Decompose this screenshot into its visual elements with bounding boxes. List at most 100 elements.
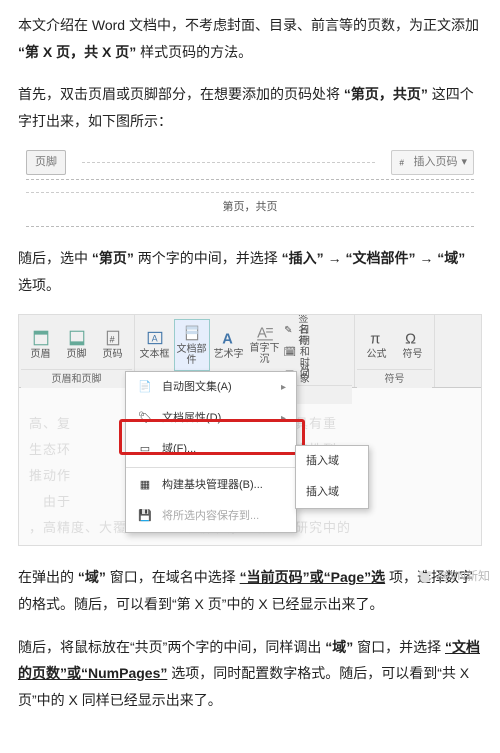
svg-text:A: A	[151, 333, 157, 343]
wordart-button[interactable]: A 艺术字	[212, 319, 246, 369]
menu-label: 将所选内容保存到...	[162, 506, 259, 527]
page-footer-icon	[68, 329, 86, 347]
textbox-icon: A	[146, 329, 164, 347]
bold-text: “第页，共页”	[344, 86, 428, 102]
bold-text: “域”	[78, 569, 106, 585]
menu-label: 构建基块管理器(B)...	[162, 475, 263, 496]
autotext-icon: 📄	[136, 379, 154, 397]
page-header-icon	[32, 329, 50, 347]
label: 文本框	[140, 349, 170, 360]
save-icon: 💾	[136, 507, 154, 525]
docparts-icon	[183, 324, 201, 342]
menu-label: 文档属性(D)	[162, 408, 221, 429]
label: 首字下沉	[248, 343, 282, 365]
signature-icon: ✎	[284, 321, 294, 339]
calendar-icon: 🗓	[284, 343, 297, 361]
watermark: @VN新知	[417, 565, 490, 588]
paragraph-step2: 随后，选中 “第页” 两个字的中间，并选择 “插入” → “文档部件” → “域…	[18, 245, 482, 298]
textbox-button[interactable]: A 文本框	[138, 319, 172, 369]
footer-button[interactable]: 页脚	[60, 319, 94, 369]
symbol-button[interactable]: Ω 符号	[396, 319, 430, 369]
menu-item-blocks[interactable]: ▦ 构建基块管理器(B)...	[126, 470, 296, 501]
chevron-down-icon: ▾	[461, 152, 467, 173]
arrow: →	[419, 250, 433, 266]
pagenum-icon: #	[104, 329, 122, 347]
chevron-right-icon: ▸	[281, 409, 286, 428]
dashed-line	[82, 162, 375, 163]
field-icon: ▭	[136, 441, 154, 459]
dropcap-button[interactable]: A 首字下沉	[248, 319, 282, 369]
ribbon-group-headerfooter: 页眉 页脚 # 页码 页眉和页脚	[19, 315, 135, 387]
docparts-dropdown: 📄 自动图文集(A) ▸ 🏷 文档属性(D) ▸ ▭ 域(F)... ▦ 构建基…	[125, 371, 297, 532]
separator	[126, 467, 296, 468]
svg-text:π: π	[370, 331, 380, 346]
pi-icon: π	[368, 329, 386, 347]
header-button[interactable]: 页眉	[24, 319, 58, 369]
group-label: 符号	[357, 369, 432, 388]
menu-item-docprops[interactable]: 🏷 文档属性(D) ▸	[126, 403, 296, 434]
paragraph-step4: 随后，将鼠标放在“共页”两个字的中间，同样调出 “域” 窗口，并选择 “文档的页…	[18, 634, 482, 714]
text: 随后，选中	[18, 250, 88, 266]
bold-text: “文档部件”	[345, 250, 415, 266]
insert-pagenum-button[interactable]: # 插入页码 ▾	[391, 150, 474, 175]
field-submenu: 插入域 插入域	[295, 445, 369, 509]
insert-pagenum-label: 插入页码	[413, 152, 457, 173]
paragraph-intro: 本文介绍在 Word 文档中，不考虑封面、目录、前言等的页数，为正文添加 “第 …	[18, 12, 482, 65]
label: 页眉	[31, 349, 51, 360]
wordart-icon: A	[220, 329, 238, 347]
watermark-text: @VN新知	[437, 565, 490, 588]
bold-text: “域”	[437, 250, 465, 266]
menu-item-save: 💾 将所选内容保存到...	[126, 501, 296, 532]
arrow: →	[328, 250, 342, 266]
menu-label: 域(F)...	[162, 439, 196, 460]
label: 对象	[298, 363, 312, 385]
paragraph-step3: 在弹出的 “域” 窗口，在域名中选择 “当前页码”或“Page”选 项，选择数字…	[18, 564, 482, 617]
svg-text:A: A	[257, 326, 267, 341]
text: 本文介绍在 Word 文档中，不考虑封面、目录、前言等的页数，为正文添加	[18, 17, 479, 33]
chevron-right-icon: ▸	[281, 378, 286, 397]
bold-text: “第页”	[92, 250, 134, 266]
submenu-insert-field[interactable]: 插入域	[296, 477, 368, 508]
text: 窗口，并选择	[357, 639, 441, 655]
menu-item-field[interactable]: ▭ 域(F)...	[126, 434, 296, 465]
label: 公式	[367, 349, 387, 360]
label: 页码	[103, 349, 123, 360]
submenu-insert-field[interactable]: 插入域	[296, 446, 368, 477]
ribbon-group-symbols: π 公式 Ω 符号 符号	[355, 315, 435, 387]
label: 艺术字	[214, 349, 244, 360]
label: 符号	[403, 349, 423, 360]
docprops-icon: 🏷	[136, 410, 154, 428]
footer-typed-text: 第页，共页	[223, 201, 278, 213]
svg-text:#: #	[400, 159, 405, 168]
bear-icon	[417, 569, 433, 585]
text: 首先，双击页眉或页脚部分，在想要添加的页码处将	[18, 86, 340, 102]
dashed-line	[26, 192, 474, 193]
label: 页脚	[67, 349, 87, 360]
bold-text: “插入”	[282, 250, 324, 266]
text: 在弹出的	[18, 569, 74, 585]
text: 选项。	[18, 277, 60, 293]
svg-text:A: A	[222, 331, 233, 346]
paragraph-step1: 首先，双击页眉或页脚部分，在想要添加的页码处将 “第页，共页” 这四个字打出来，…	[18, 81, 482, 134]
pagenum-button[interactable]: # 页码	[96, 319, 130, 369]
text: 窗口，在域名中选择	[110, 569, 236, 585]
equation-button[interactable]: π 公式	[360, 319, 394, 369]
text: 两个字的中间，并选择	[138, 250, 278, 266]
svg-text:#: #	[109, 334, 114, 344]
group-label: 页眉和页脚	[21, 369, 132, 388]
docparts-button[interactable]: 文档部件	[174, 319, 210, 371]
footer-content-area[interactable]: 第页，共页	[26, 179, 474, 227]
bold-text: “域”	[325, 639, 353, 655]
bold-underline-text: “当前页码”或“Page”选	[240, 569, 385, 585]
bold-text: “第 X 页，共 X 页”	[18, 44, 136, 60]
label: 文档部件	[175, 344, 209, 366]
screenshot-ribbon-dropdown: 页眉 页脚 # 页码 页眉和页脚 A 文本框	[18, 314, 482, 546]
menu-item-autotext[interactable]: 📄 自动图文集(A) ▸	[126, 372, 296, 403]
blocks-icon: ▦	[136, 476, 154, 494]
datetime-button[interactable]: 🗓日期和时间	[284, 341, 312, 363]
svg-text:Ω: Ω	[405, 331, 416, 346]
text: 样式页码的方法。	[140, 44, 252, 60]
text: 随后，将鼠标放在“共页”两个字的中间，同样调出	[18, 639, 321, 655]
menu-label: 自动图文集(A)	[162, 377, 232, 398]
screenshot-footer-editing: 页脚 # 插入页码 ▾ 第页，共页	[18, 150, 482, 227]
